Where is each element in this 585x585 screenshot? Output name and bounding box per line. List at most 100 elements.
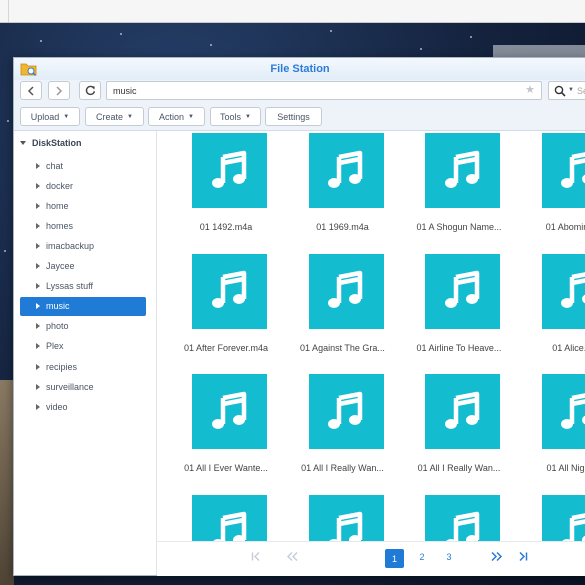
music-file-icon [192,133,267,208]
file-item[interactable]: 01 Against The Gra... [287,253,399,373]
tools-label: Tools [220,111,242,122]
file-name: 01 1969.m4a [316,222,369,232]
file-item[interactable]: 01 All Night Lo [520,373,585,493]
next-pages-button[interactable] [489,551,503,563]
sidebar-item-plex[interactable]: Plex [20,337,146,356]
expand-triangle-icon[interactable] [36,222,40,229]
sidebar-item-label: recipies [46,361,78,372]
back-button[interactable] [20,81,42,100]
file-name: 01 A Shogun Name... [416,222,502,232]
refresh-button[interactable] [79,81,101,100]
file-grid: 01 1492.m4a 01 1969.m4a 01 A Shogun Name..… [157,131,585,541]
expand-triangle-icon[interactable] [36,403,40,410]
forward-button[interactable] [48,81,70,100]
sidebar-item-imacbackup[interactable]: imacbackup [20,236,146,255]
expand-triangle-icon[interactable] [36,323,40,330]
search-options-caret-icon[interactable]: ▼ [568,87,574,93]
file-item[interactable]: 01 1969.m4a [287,132,399,252]
music-file-icon [425,494,500,541]
expand-triangle-icon[interactable] [36,202,40,209]
music-file-icon [425,253,500,329]
music-file-icon [541,133,585,208]
sidebar-item-lyssas-stuff[interactable]: Lyssas stuff [20,277,146,296]
title-bar[interactable]: File Station [14,58,585,81]
file-name: 01 All I Ever Wante... [184,463,268,473]
navigation-bar: music ★ ▼ Se [14,80,585,105]
file-item[interactable]: 01 All I Really Wan... [403,373,515,493]
music-file-icon [308,253,384,329]
sidebar-item-label: Jaycee [46,261,75,271]
file-item[interactable]: 01 All I Ever Wante... [170,373,282,493]
next-pages-icon [490,551,502,562]
sidebar-item-recipies[interactable]: recipies [20,357,146,376]
background-window [0,0,585,23]
upload-button[interactable]: Upload ▼ [20,107,80,126]
music-file-icon [308,494,384,541]
file-item[interactable]: 01 All I Really Wan... [287,373,399,493]
sidebar-item-homes[interactable]: homes [20,216,146,235]
page-1-button[interactable]: 1 [385,549,404,568]
expand-triangle-icon[interactable] [36,162,40,169]
settings-button[interactable]: Settings [265,107,322,126]
sidebar-item-label: video [46,401,68,412]
file-name: 01 Against The Gra... [300,342,385,353]
music-file-icon [425,133,500,208]
file-item[interactable] [403,494,515,541]
expand-triangle-icon[interactable] [36,343,40,350]
tree-root-diskstation[interactable]: DiskStation [20,138,82,148]
file-item[interactable] [520,494,585,541]
music-file-icon [308,133,384,208]
chevron-left-icon [27,85,34,96]
file-name: 01 All Night Lo [546,463,585,473]
folder-tree: DiskStation chat docker home homes imacbacku… [14,131,157,575]
expand-triangle-icon[interactable] [36,383,40,390]
page-2-button[interactable]: 2 [417,552,427,562]
sidebar-item-chat[interactable]: chat [20,156,146,175]
sidebar-item-label: surveillance [46,381,94,392]
sidebar-item-home[interactable]: home [20,196,146,215]
page-3-button[interactable]: 3 [444,552,454,562]
expand-triangle-icon[interactable] [36,242,40,249]
file-item[interactable]: 01 After Forever.m4a [170,253,282,373]
create-button[interactable]: Create ▼ [85,107,144,126]
file-item[interactable] [287,494,399,541]
upload-label: Upload [30,111,60,122]
music-file-icon [192,494,267,541]
expand-triangle-icon[interactable] [36,283,40,290]
file-item[interactable] [170,494,282,541]
sidebar-item-label: photo [46,321,69,332]
expand-triangle-icon[interactable] [36,182,40,189]
expand-triangle-icon[interactable] [36,363,40,370]
settings-label: Settings [277,111,310,122]
search-input[interactable]: ▼ Se [548,81,585,100]
file-item[interactable]: 01 1492.m4a [170,132,282,252]
file-name: 01 Alice.m4 [552,342,585,353]
file-name: 01 After Forever.m4a [183,342,269,353]
last-page-button[interactable] [517,551,529,563]
first-page-button[interactable] [250,552,262,563]
music-file-icon [425,374,500,449]
sidebar-item-docker[interactable]: docker [20,176,146,195]
favorite-star-icon[interactable]: ★ [525,85,535,96]
sidebar-item-video[interactable]: video [20,397,146,416]
file-item[interactable]: 01 Abominable [520,132,585,252]
expand-triangle-icon[interactable] [36,263,40,269]
file-item[interactable]: 01 Alice.m4 [520,253,585,373]
sidebar-item-jaycee[interactable]: Jaycee [20,257,146,276]
dropdown-caret-icon: ▼ [188,113,194,120]
expand-triangle-icon[interactable] [20,141,26,145]
sidebar-item-photo[interactable]: photo [20,317,146,336]
search-placeholder: Se [577,86,585,96]
tools-button[interactable]: Tools ▼ [210,107,261,126]
previous-pages-button[interactable] [285,552,299,563]
file-item[interactable]: 01 Airline To Heave... [403,253,515,373]
file-item[interactable]: 01 A Shogun Name... [403,132,515,252]
sidebar-item-surveillance[interactable]: surveillance [20,377,146,396]
path-input[interactable]: music ★ [106,81,542,100]
sidebar-item-label: music [46,301,70,312]
sidebar-item-music[interactable]: music [20,296,146,316]
expand-triangle-icon[interactable] [36,303,40,310]
action-button[interactable]: Action ▼ [148,107,205,126]
pagination: 1 2 3 [157,541,585,576]
file-name: 01 All I Really Wan... [417,463,501,473]
